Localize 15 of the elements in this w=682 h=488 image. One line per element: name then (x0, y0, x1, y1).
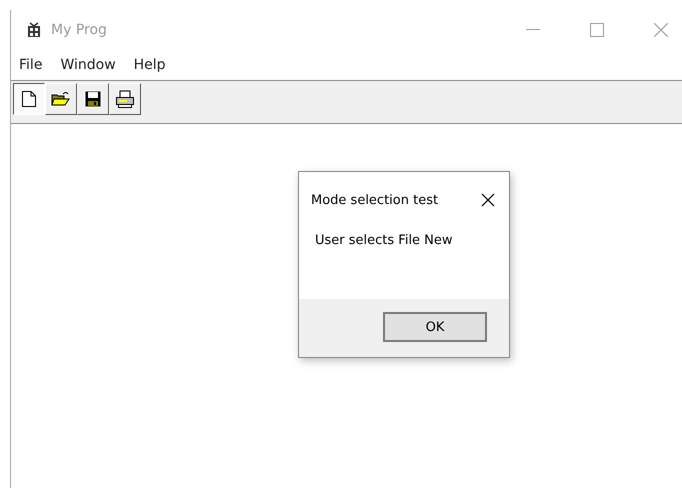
document-icon (21, 90, 37, 108)
menu-item[interactable]: File (19, 57, 42, 73)
folder-icon (51, 91, 71, 107)
close-icon[interactable] (481, 193, 495, 207)
dialog-title: Mode selection test (311, 192, 438, 208)
ok-button[interactable]: OK (383, 312, 487, 342)
dialog-message: User selects File New (315, 233, 453, 248)
menu-item[interactable]: Help (134, 57, 166, 73)
maximize-icon[interactable] (590, 23, 604, 37)
window-title: My Prog (51, 22, 107, 38)
menu-item[interactable]: Window (60, 57, 116, 73)
minimize-icon[interactable] (526, 29, 540, 31)
app-icon (27, 22, 41, 38)
toolbar-button[interactable] (13, 83, 45, 115)
printer-icon (115, 90, 135, 108)
